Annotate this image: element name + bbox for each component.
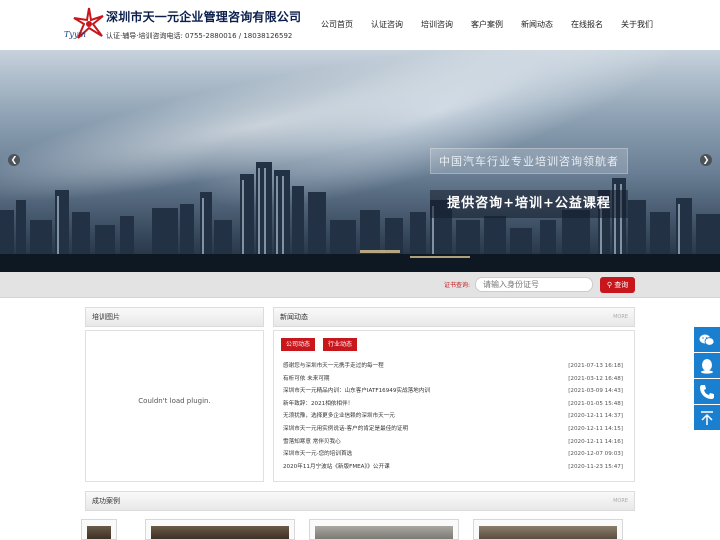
news-item-date: [2021-01-05 15:48] (568, 400, 623, 407)
nav-item-about[interactable]: 关于我们 (612, 0, 662, 50)
case-thumbnail[interactable] (81, 519, 117, 540)
news-title: 新闻动态 (280, 313, 308, 321)
training-photos-panel: Couldn't load plugin. (85, 330, 264, 482)
news-item-title: 2020年11月宁波站《新版FMEA》》公开课 (283, 463, 390, 470)
qq-button[interactable] (694, 353, 720, 378)
news-tabs: 公司动态 行业动态 (281, 338, 365, 351)
news-list: 感谢您与深圳市天一元携手走过的每一程 [2021-07-13 16:18] 有析可… (283, 360, 623, 473)
cases-more-link[interactable]: MORE (613, 492, 628, 510)
cert-search-button-label: 查询 (614, 281, 629, 289)
list-item[interactable]: 有析可依 未来可期 [2021-03-12 16:48] (283, 373, 623, 386)
arrow-right-icon: ❯ (702, 155, 710, 164)
cases-title: 成功案例 (92, 497, 120, 505)
wechat-button[interactable] (694, 327, 720, 352)
plugin-error-message: Couldn't load plugin. (138, 397, 211, 405)
company-tagline: 认证·辅导·培训咨询电话: 0755-2880016 / 18038126592 (106, 32, 293, 40)
news-item-date: [2021-03-12 16:48] (568, 375, 623, 382)
news-item-date: [2020-12-11 14:15] (568, 425, 623, 432)
case-image (479, 526, 617, 539)
tab-company-news[interactable]: 公司动态 (281, 338, 316, 351)
back-to-top-icon (701, 410, 713, 425)
cert-search-label: 证书查询: (444, 282, 471, 289)
nav-item-cases[interactable]: 客户案例 (462, 0, 512, 50)
company-name: 深圳市天一元企业管理咨询有限公司 (106, 10, 302, 24)
case-image (151, 526, 289, 539)
banner-slogan-primary: 中国汽车行业专业培训咨询领航者 (430, 148, 628, 174)
wechat-icon (699, 334, 715, 346)
main-nav: 公司首页 认证咨询 培训咨询 客户案例 新闻动态 在线报名 关于我们 (312, 0, 662, 50)
banner-prev-button[interactable]: ❮ (8, 154, 20, 166)
phone-icon (700, 384, 714, 399)
nav-item-training[interactable]: 培训咨询 (412, 0, 462, 50)
qq-icon (701, 358, 713, 374)
arrow-left-icon: ❮ (10, 155, 18, 164)
news-item-title: 深圳市天一元精品内训：山东客户IATF16949实战落地内训 (283, 388, 430, 395)
list-item[interactable]: 雪落知寒意 常伴贝我心 [2020-12-11 14:16] (283, 436, 623, 449)
news-item-title: 感谢您与深圳市天一元携手走过的每一程 (283, 363, 384, 369)
list-item[interactable]: 深圳市天一元用实例说话-客户的肯定是最佳的证明 [2020-12-11 14:15… (283, 423, 623, 436)
news-item-date: [2020-11-23 15:47] (568, 463, 623, 470)
news-item-date: [2020-12-11 14:16] (568, 438, 623, 445)
news-header: 新闻动态 MORE (273, 307, 635, 327)
site-header: Tyym 深圳市天一元企业管理咨询有限公司 认证·辅导·培训咨询电话: 0755… (0, 0, 720, 50)
news-more-link[interactable]: MORE (613, 308, 628, 326)
phone-button[interactable] (694, 379, 720, 404)
news-item-title: 深圳市天一元用实例说话-客户的肯定是最佳的证明 (283, 425, 409, 432)
logo[interactable]: Tyym 深圳市天一元企业管理咨询有限公司 认证·辅导·培训咨询电话: 0755… (64, 6, 301, 46)
case-image (315, 526, 453, 539)
nav-item-signup[interactable]: 在线报名 (562, 0, 612, 50)
nav-item-certification[interactable]: 认证咨询 (362, 0, 412, 50)
back-to-top-button[interactable] (694, 405, 720, 430)
hero-banner[interactable]: 中国汽车行业专业培训咨询领航者 提供咨询+培训+公益课程 ❮ ❯ (0, 50, 720, 272)
nav-item-news[interactable]: 新闻动态 (512, 0, 562, 50)
list-item[interactable]: 深圳市天一元精品内训：山东客户IATF16949实战落地内训 [2021-03-0… (283, 385, 623, 398)
news-item-date: [2020-12-07 09:03] (568, 451, 623, 458)
training-photos-header: 培训图片 (85, 307, 264, 327)
search-icon: ⚲ (606, 281, 612, 289)
cases-carousel (81, 519, 635, 540)
news-item-title: 有析可依 未来可期 (283, 375, 330, 382)
list-item[interactable]: 深圳市天一元-您的培训首选 [2020-12-07 09:03] (283, 448, 623, 461)
news-item-title: 新年致辞：2021相依相伴！ (283, 400, 354, 407)
training-photos-title: 培训图片 (92, 313, 120, 321)
cert-search-bar: 证书查询: ⚲ 查询 (0, 272, 720, 298)
news-item-date: [2021-07-13 16:18] (568, 363, 623, 369)
case-thumbnail[interactable] (473, 519, 623, 540)
cases-header: 成功案例 MORE (85, 491, 635, 511)
banner-slogan-secondary: 提供咨询+培训+公益课程 (430, 190, 628, 218)
id-number-input[interactable] (475, 277, 593, 292)
case-thumbnail[interactable] (309, 519, 459, 540)
logo-mark-text: Tyym (64, 30, 86, 39)
news-item-title: 无须犹豫，选择更多企业信赖的深圳市天一元 (283, 413, 395, 420)
case-thumbnail[interactable] (145, 519, 295, 540)
news-item-date: [2020-12-11 14:37] (568, 413, 623, 420)
list-item[interactable]: 无须犹豫，选择更多企业信赖的深圳市天一元 [2020-12-11 14:37] (283, 410, 623, 423)
news-item-title: 深圳市天一元-您的培训首选 (283, 451, 353, 458)
list-item[interactable]: 感谢您与深圳市天一元携手走过的每一程 [2021-07-13 16:18] (283, 360, 623, 373)
cert-search-button[interactable]: ⚲ 查询 (600, 277, 635, 293)
list-item[interactable]: 新年致辞：2021相依相伴！ [2021-01-05 15:48] (283, 398, 623, 411)
side-toolbar (694, 327, 720, 431)
nav-item-home[interactable]: 公司首页 (312, 0, 362, 50)
case-image (87, 526, 111, 539)
list-item[interactable]: 2020年11月宁波站《新版FMEA》》公开课 [2020-11-23 15:47… (283, 461, 623, 474)
banner-next-button[interactable]: ❯ (700, 154, 712, 166)
tab-industry-news[interactable]: 行业动态 (323, 338, 358, 351)
news-item-date: [2021-03-09 14:43] (568, 388, 623, 395)
news-item-title: 雪落知寒意 常伴贝我心 (283, 438, 341, 445)
